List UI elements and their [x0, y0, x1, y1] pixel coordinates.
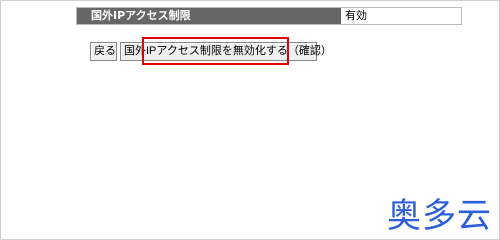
setting-row: 国外IPアクセス制限 有効	[76, 7, 462, 25]
disable-foreign-ip-access-limit-button[interactable]: 国外IPアクセス制限を無効化する（確認）	[120, 42, 332, 61]
back-button[interactable]: 戻る	[90, 42, 117, 61]
setting-value: 有効	[345, 9, 367, 22]
setting-label: 国外IPアクセス制限	[77, 8, 341, 24]
watermark: 奥多云	[387, 196, 492, 236]
page-frame: 国外IPアクセス制限 有効 戻る 国外IPアクセス制限を無効化する（確認） 奥多…	[0, 0, 500, 240]
